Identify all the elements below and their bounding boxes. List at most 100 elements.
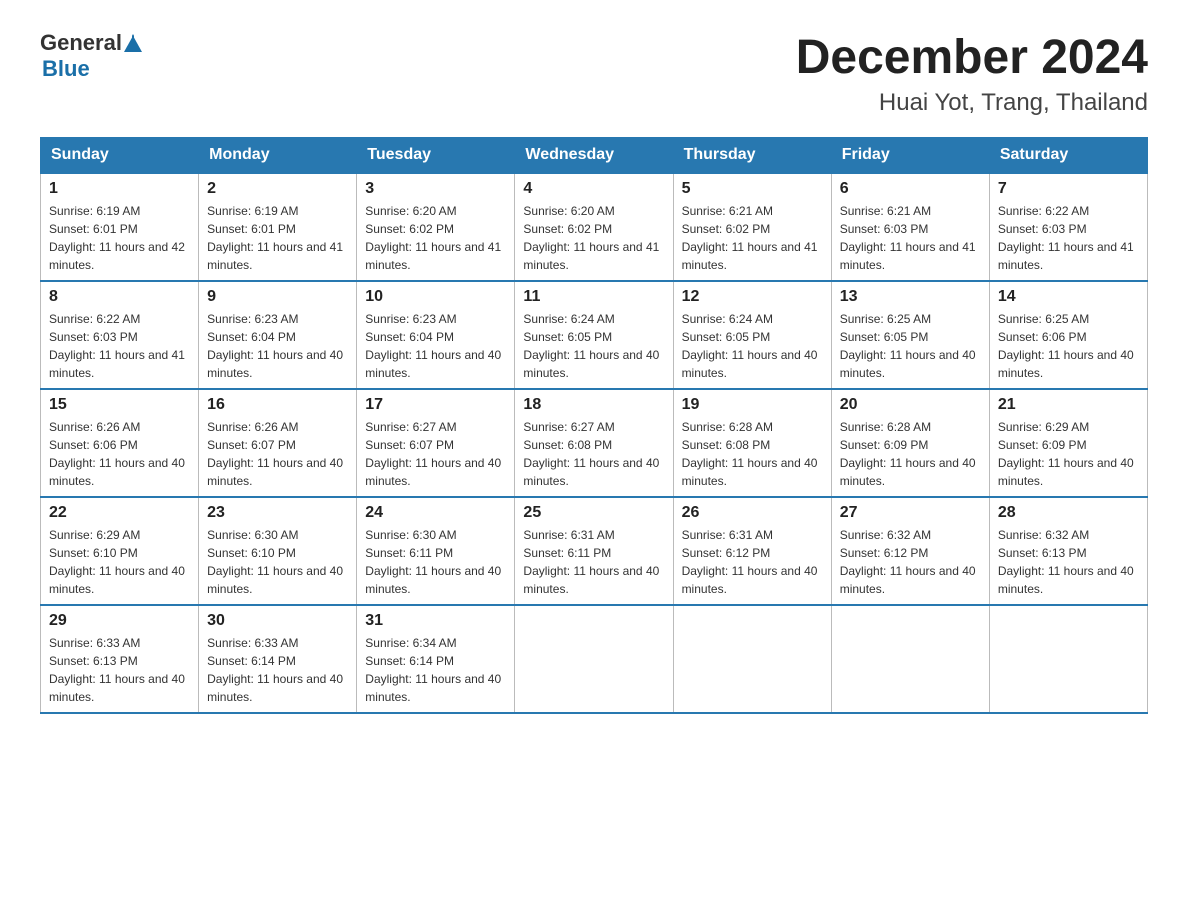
day-info: Sunrise: 6:26 AMSunset: 6:07 PMDaylight:… — [207, 418, 348, 490]
header-sunday: Sunday — [41, 138, 199, 174]
day-number: 7 — [998, 180, 1139, 198]
calendar-cell: 6 Sunrise: 6:21 AMSunset: 6:03 PMDayligh… — [831, 173, 989, 281]
day-info: Sunrise: 6:29 AMSunset: 6:10 PMDaylight:… — [49, 526, 190, 598]
logo-general-text: General — [40, 30, 122, 56]
day-number: 8 — [49, 288, 190, 306]
calendar-cell: 18 Sunrise: 6:27 AMSunset: 6:08 PMDaylig… — [515, 389, 673, 497]
calendar-cell: 11 Sunrise: 6:24 AMSunset: 6:05 PMDaylig… — [515, 281, 673, 389]
calendar-cell: 23 Sunrise: 6:30 AMSunset: 6:10 PMDaylig… — [199, 497, 357, 605]
day-info: Sunrise: 6:19 AMSunset: 6:01 PMDaylight:… — [207, 202, 348, 274]
day-number: 4 — [523, 180, 664, 198]
header-friday: Friday — [831, 138, 989, 174]
day-number: 18 — [523, 396, 664, 414]
calendar-cell: 22 Sunrise: 6:29 AMSunset: 6:10 PMDaylig… — [41, 497, 199, 605]
calendar-cell — [831, 605, 989, 713]
day-number: 15 — [49, 396, 190, 414]
day-info: Sunrise: 6:20 AMSunset: 6:02 PMDaylight:… — [365, 202, 506, 274]
calendar-cell: 27 Sunrise: 6:32 AMSunset: 6:12 PMDaylig… — [831, 497, 989, 605]
header-monday: Monday — [199, 138, 357, 174]
title-area: December 2024 Huai Yot, Trang, Thailand — [796, 30, 1148, 117]
day-number: 5 — [682, 180, 823, 198]
calendar-cell: 14 Sunrise: 6:25 AMSunset: 6:06 PMDaylig… — [989, 281, 1147, 389]
calendar-cell: 28 Sunrise: 6:32 AMSunset: 6:13 PMDaylig… — [989, 497, 1147, 605]
weekday-header-row: Sunday Monday Tuesday Wednesday Thursday… — [41, 138, 1148, 174]
calendar-cell: 15 Sunrise: 6:26 AMSunset: 6:06 PMDaylig… — [41, 389, 199, 497]
day-info: Sunrise: 6:31 AMSunset: 6:11 PMDaylight:… — [523, 526, 664, 598]
calendar-cell: 3 Sunrise: 6:20 AMSunset: 6:02 PMDayligh… — [357, 173, 515, 281]
calendar-cell: 7 Sunrise: 6:22 AMSunset: 6:03 PMDayligh… — [989, 173, 1147, 281]
calendar-cell: 10 Sunrise: 6:23 AMSunset: 6:04 PMDaylig… — [357, 281, 515, 389]
week-row-1: 1 Sunrise: 6:19 AMSunset: 6:01 PMDayligh… — [41, 173, 1148, 281]
day-info: Sunrise: 6:30 AMSunset: 6:11 PMDaylight:… — [365, 526, 506, 598]
day-info: Sunrise: 6:33 AMSunset: 6:14 PMDaylight:… — [207, 634, 348, 706]
calendar-cell — [673, 605, 831, 713]
day-number: 21 — [998, 396, 1139, 414]
day-number: 14 — [998, 288, 1139, 306]
day-number: 2 — [207, 180, 348, 198]
day-number: 1 — [49, 180, 190, 198]
day-number: 22 — [49, 504, 190, 522]
week-row-4: 22 Sunrise: 6:29 AMSunset: 6:10 PMDaylig… — [41, 497, 1148, 605]
header-saturday: Saturday — [989, 138, 1147, 174]
calendar-cell: 24 Sunrise: 6:30 AMSunset: 6:11 PMDaylig… — [357, 497, 515, 605]
calendar-cell: 5 Sunrise: 6:21 AMSunset: 6:02 PMDayligh… — [673, 173, 831, 281]
logo: General Blue — [40, 30, 142, 82]
day-number: 12 — [682, 288, 823, 306]
day-number: 6 — [840, 180, 981, 198]
calendar-cell: 26 Sunrise: 6:31 AMSunset: 6:12 PMDaylig… — [673, 497, 831, 605]
day-number: 30 — [207, 612, 348, 630]
day-info: Sunrise: 6:32 AMSunset: 6:13 PMDaylight:… — [998, 526, 1139, 598]
location-subtitle: Huai Yot, Trang, Thailand — [796, 89, 1148, 117]
calendar-cell: 8 Sunrise: 6:22 AMSunset: 6:03 PMDayligh… — [41, 281, 199, 389]
calendar-cell — [515, 605, 673, 713]
week-row-5: 29 Sunrise: 6:33 AMSunset: 6:13 PMDaylig… — [41, 605, 1148, 713]
day-info: Sunrise: 6:27 AMSunset: 6:08 PMDaylight:… — [523, 418, 664, 490]
day-info: Sunrise: 6:25 AMSunset: 6:06 PMDaylight:… — [998, 310, 1139, 382]
day-number: 26 — [682, 504, 823, 522]
calendar-cell: 19 Sunrise: 6:28 AMSunset: 6:08 PMDaylig… — [673, 389, 831, 497]
week-row-2: 8 Sunrise: 6:22 AMSunset: 6:03 PMDayligh… — [41, 281, 1148, 389]
day-number: 10 — [365, 288, 506, 306]
logo-blue-text: Blue — [42, 56, 90, 81]
day-number: 16 — [207, 396, 348, 414]
day-info: Sunrise: 6:23 AMSunset: 6:04 PMDaylight:… — [207, 310, 348, 382]
month-year-title: December 2024 — [796, 30, 1148, 85]
calendar-cell: 30 Sunrise: 6:33 AMSunset: 6:14 PMDaylig… — [199, 605, 357, 713]
day-info: Sunrise: 6:29 AMSunset: 6:09 PMDaylight:… — [998, 418, 1139, 490]
day-number: 17 — [365, 396, 506, 414]
day-info: Sunrise: 6:24 AMSunset: 6:05 PMDaylight:… — [523, 310, 664, 382]
header-tuesday: Tuesday — [357, 138, 515, 174]
day-info: Sunrise: 6:27 AMSunset: 6:07 PMDaylight:… — [365, 418, 506, 490]
day-number: 29 — [49, 612, 190, 630]
calendar-cell: 25 Sunrise: 6:31 AMSunset: 6:11 PMDaylig… — [515, 497, 673, 605]
calendar-cell: 12 Sunrise: 6:24 AMSunset: 6:05 PMDaylig… — [673, 281, 831, 389]
day-info: Sunrise: 6:24 AMSunset: 6:05 PMDaylight:… — [682, 310, 823, 382]
calendar-cell: 4 Sunrise: 6:20 AMSunset: 6:02 PMDayligh… — [515, 173, 673, 281]
day-info: Sunrise: 6:19 AMSunset: 6:01 PMDaylight:… — [49, 202, 190, 274]
day-number: 3 — [365, 180, 506, 198]
week-row-3: 15 Sunrise: 6:26 AMSunset: 6:06 PMDaylig… — [41, 389, 1148, 497]
calendar-cell — [989, 605, 1147, 713]
day-info: Sunrise: 6:28 AMSunset: 6:08 PMDaylight:… — [682, 418, 823, 490]
calendar-cell: 1 Sunrise: 6:19 AMSunset: 6:01 PMDayligh… — [41, 173, 199, 281]
day-number: 9 — [207, 288, 348, 306]
day-number: 25 — [523, 504, 664, 522]
day-info: Sunrise: 6:32 AMSunset: 6:12 PMDaylight:… — [840, 526, 981, 598]
calendar-cell: 20 Sunrise: 6:28 AMSunset: 6:09 PMDaylig… — [831, 389, 989, 497]
day-info: Sunrise: 6:33 AMSunset: 6:13 PMDaylight:… — [49, 634, 190, 706]
header-wednesday: Wednesday — [515, 138, 673, 174]
day-info: Sunrise: 6:34 AMSunset: 6:14 PMDaylight:… — [365, 634, 506, 706]
day-number: 28 — [998, 504, 1139, 522]
day-info: Sunrise: 6:28 AMSunset: 6:09 PMDaylight:… — [840, 418, 981, 490]
day-info: Sunrise: 6:23 AMSunset: 6:04 PMDaylight:… — [365, 310, 506, 382]
day-number: 13 — [840, 288, 981, 306]
calendar-cell: 9 Sunrise: 6:23 AMSunset: 6:04 PMDayligh… — [199, 281, 357, 389]
day-number: 23 — [207, 504, 348, 522]
calendar-cell: 21 Sunrise: 6:29 AMSunset: 6:09 PMDaylig… — [989, 389, 1147, 497]
calendar-cell: 17 Sunrise: 6:27 AMSunset: 6:07 PMDaylig… — [357, 389, 515, 497]
calendar-table: Sunday Monday Tuesday Wednesday Thursday… — [40, 137, 1148, 714]
day-info: Sunrise: 6:25 AMSunset: 6:05 PMDaylight:… — [840, 310, 981, 382]
calendar-cell: 2 Sunrise: 6:19 AMSunset: 6:01 PMDayligh… — [199, 173, 357, 281]
day-info: Sunrise: 6:21 AMSunset: 6:02 PMDaylight:… — [682, 202, 823, 274]
calendar-cell: 13 Sunrise: 6:25 AMSunset: 6:05 PMDaylig… — [831, 281, 989, 389]
